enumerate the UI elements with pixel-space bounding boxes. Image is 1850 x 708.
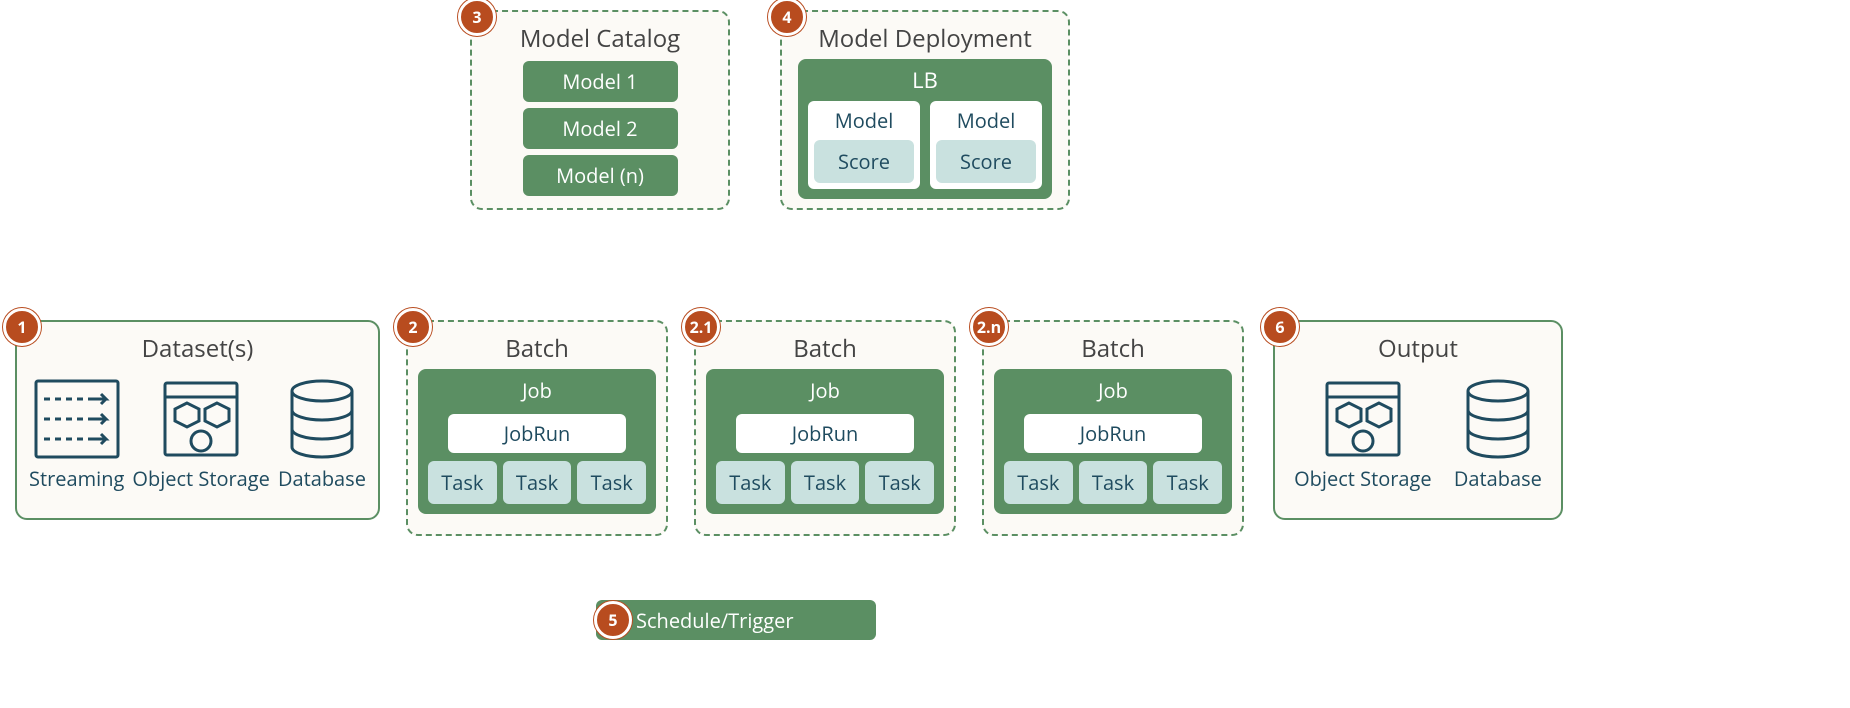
- task-chip: Task: [577, 461, 646, 504]
- job-block: Job JobRun Task Task Task: [706, 369, 944, 514]
- streaming-icon: [34, 379, 120, 459]
- task-chip: Task: [1153, 461, 1222, 504]
- badge-6: 6: [1261, 308, 1299, 346]
- model-item: Model 1: [523, 61, 678, 102]
- dataset-item: Object Storage: [132, 379, 269, 492]
- badge-1: 1: [3, 308, 41, 346]
- badge-2-1: 2.1: [682, 308, 720, 346]
- pod-model-label: Model: [814, 107, 914, 134]
- output-label: Database: [1454, 465, 1542, 492]
- panel-title: Model Catalog: [482, 22, 718, 55]
- job-label: Job: [428, 377, 646, 404]
- model-pod: Model Score: [808, 101, 920, 189]
- job-label: Job: [1004, 377, 1222, 404]
- task-chip: Task: [1079, 461, 1148, 504]
- task-chip: Task: [716, 461, 785, 504]
- pod-score-label: Score: [814, 140, 914, 183]
- dataset-item: Database: [278, 379, 366, 492]
- task-chip: Task: [1004, 461, 1073, 504]
- pod-score-label: Score: [936, 140, 1036, 183]
- task-chip: Task: [865, 461, 934, 504]
- dataset-label: Object Storage: [132, 465, 269, 492]
- panel-model-deployment: 4 Model Deployment LB Model Score Model …: [780, 10, 1070, 210]
- output-label: Object Storage: [1294, 465, 1431, 492]
- panel-batch: 2.1 Batch Job JobRun Task Task Task: [694, 320, 956, 536]
- model-item: Model (n): [523, 155, 678, 196]
- schedule-label: Schedule/Trigger: [636, 607, 794, 634]
- database-icon: [1460, 379, 1536, 459]
- panel-title: Batch: [994, 332, 1232, 365]
- badge-2: 2: [394, 308, 432, 346]
- panel-title: Batch: [418, 332, 656, 365]
- object-storage-icon: [1323, 379, 1403, 459]
- object-storage-icon: [161, 379, 241, 459]
- lb-label: LB: [808, 65, 1042, 95]
- panel-model-catalog: 3 Model Catalog Model 1 Model 2 Model (n…: [470, 10, 730, 210]
- panel-datasets: 1 Dataset(s) Streaming: [15, 320, 380, 520]
- job-block: Job JobRun Task Task Task: [418, 369, 656, 514]
- badge-5: 5: [594, 601, 632, 639]
- task-chip: Task: [428, 461, 497, 504]
- pod-model-label: Model: [936, 107, 1036, 134]
- output-item: Object Storage: [1294, 379, 1431, 492]
- job-block: Job JobRun Task Task Task: [994, 369, 1232, 514]
- panel-batch: 2 Batch Job JobRun Task Task Task: [406, 320, 668, 536]
- lb-block: LB Model Score Model Score: [798, 59, 1052, 199]
- job-label: Job: [716, 377, 934, 404]
- jobrun-label: JobRun: [736, 414, 914, 453]
- task-chip: Task: [791, 461, 860, 504]
- dataset-label: Database: [278, 465, 366, 492]
- panel-output: 6 Output Object Storage: [1273, 320, 1563, 520]
- model-item: Model 2: [523, 108, 678, 149]
- badge-2-n: 2.n: [970, 308, 1008, 346]
- panel-title: Model Deployment: [792, 22, 1058, 55]
- panel-batch: 2.n Batch Job JobRun Task Task Task: [982, 320, 1244, 536]
- jobrun-label: JobRun: [448, 414, 626, 453]
- dataset-item: Streaming: [29, 379, 124, 492]
- dataset-label: Streaming: [29, 465, 124, 492]
- panel-title: Dataset(s): [25, 332, 370, 365]
- database-icon: [284, 379, 360, 459]
- panel-title: Batch: [706, 332, 944, 365]
- schedule-bar: 5 Schedule/Trigger: [596, 600, 876, 640]
- jobrun-label: JobRun: [1024, 414, 1202, 453]
- task-chip: Task: [503, 461, 572, 504]
- model-pod: Model Score: [930, 101, 1042, 189]
- panel-title: Output: [1283, 332, 1553, 365]
- output-item: Database: [1454, 379, 1542, 492]
- architecture-diagram: 3 Model Catalog Model 1 Model 2 Model (n…: [0, 0, 1850, 708]
